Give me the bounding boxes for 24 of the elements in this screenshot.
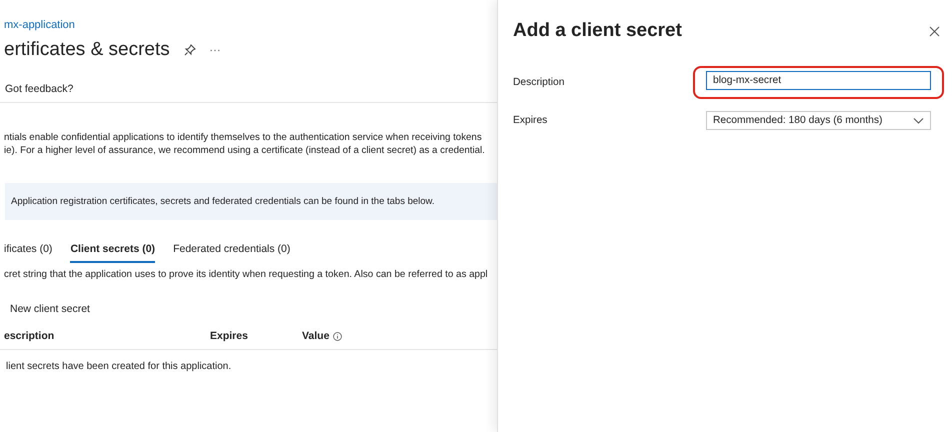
close-button[interactable] bbox=[929, 26, 940, 36]
page-title: ertificates & secrets bbox=[4, 39, 170, 61]
more-icon[interactable] bbox=[210, 48, 220, 52]
tab-description: cret string that the application uses to prove its identity when requesting a token. Also can be referred to as appl bbox=[4, 269, 489, 280]
field-label: Description bbox=[513, 77, 566, 88]
feedback-link[interactable]: Got feedback? bbox=[0, 61, 74, 95]
breadcrumb-link[interactable]: mx-application bbox=[0, 19, 75, 31]
chevron-icon bbox=[913, 118, 924, 124]
tab[interactable]: ificates (0) bbox=[4, 239, 52, 263]
panel-title: Add a client secret bbox=[513, 20, 682, 42]
column-header: Expires bbox=[210, 330, 249, 342]
column-header: escription bbox=[4, 330, 56, 342]
pin-icon[interactable] bbox=[184, 44, 196, 56]
expires-dropdown[interactable]: Recommended: 180 days (6 months) bbox=[706, 111, 931, 130]
empty-message: lient secrets have been created for this application. bbox=[6, 361, 232, 372]
tab[interactable]: Client secrets (0) bbox=[70, 239, 156, 263]
info-banner: Application registration certificates, secrets and federated credentials can be found in the tabs below. bbox=[5, 183, 497, 220]
column-header: Value bbox=[302, 330, 497, 342]
description-input[interactable]: blog-mx-secret bbox=[706, 71, 931, 90]
intro-text: ntials enable confidential applications to identify themselves to the authentication service when receiving tokens ie). For a higher level of assurance, we recommend using a certificate (instead of a client secret) as a credential. bbox=[4, 132, 486, 157]
info-icon bbox=[333, 332, 342, 340]
tab[interactable]: Federated credentials (0) bbox=[173, 239, 290, 263]
new-secret-button[interactable]: New client secret bbox=[10, 303, 90, 315]
field-label: Expires bbox=[513, 115, 548, 126]
